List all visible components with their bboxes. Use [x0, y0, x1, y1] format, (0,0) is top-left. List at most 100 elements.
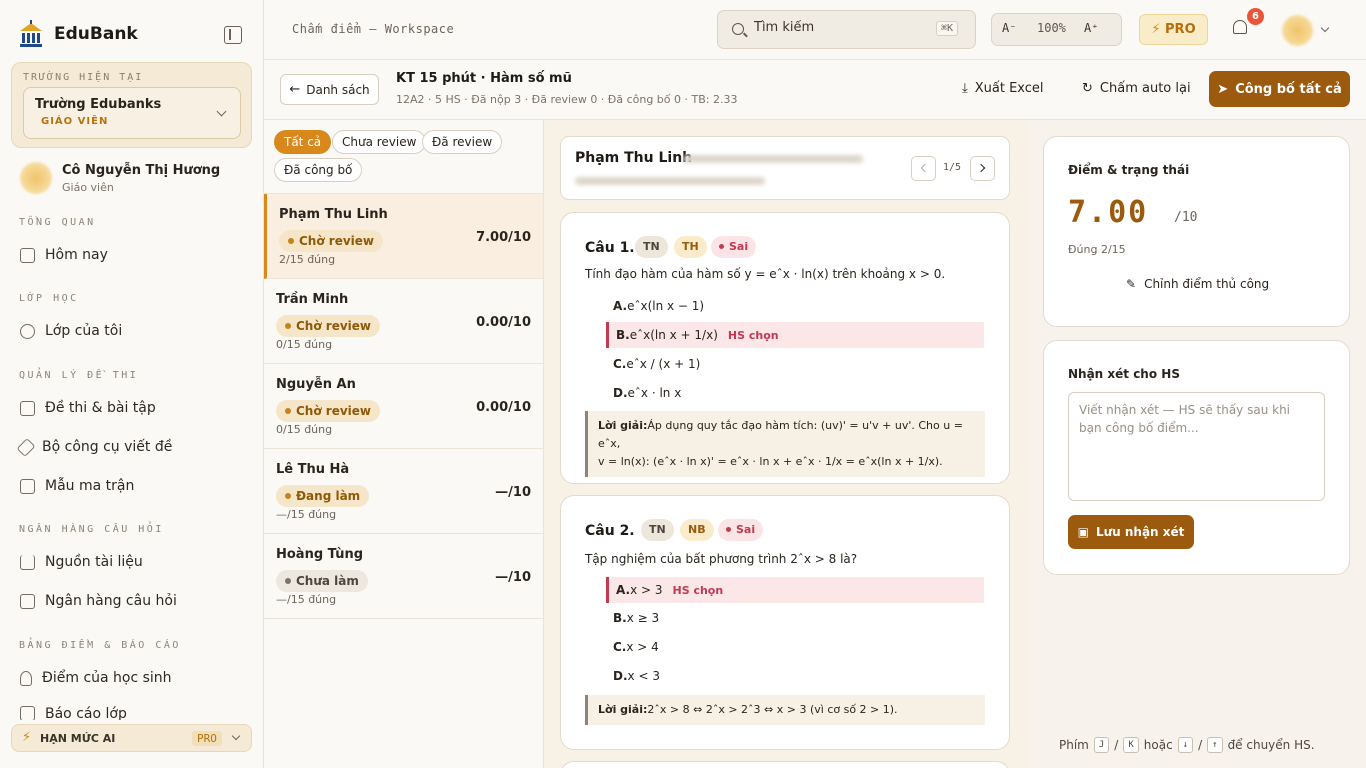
sidebar-item-question-bank[interactable]: Ngân hàng câu hỏi [20, 593, 177, 609]
manual-score-button[interactable]: ✎ Chỉnh điểm thủ công [1126, 277, 1269, 291]
school-switcher: TRƯỜNG HIỆN TẠI Trường Edubanks GIÁO VIÊ… [11, 62, 252, 148]
topbar: Chấm điểm — Workspace ⌘K A⁻ 100% A⁺ ⚡ PR… [264, 0, 1366, 60]
chevron-down-icon[interactable] [1320, 23, 1330, 33]
avatar[interactable] [1282, 15, 1313, 46]
status-badge: Chờ review [279, 230, 383, 252]
student-score: 0.00/10 [476, 400, 531, 415]
solution-text: 2ˆx > 8 ⇔ 2ˆx > 2ˆ3 ⇔ x > 3 (vì cơ số 2 … [647, 703, 898, 716]
ai-quota[interactable]: ⚡ HẠN MỨC AI PRO [11, 724, 252, 752]
key-down: ↓ [1177, 737, 1194, 753]
sidebar-item-label: Hôm nay [45, 247, 108, 263]
prev-student-button[interactable] [911, 156, 936, 181]
sidebar-item-label: Mẫu ma trận [45, 478, 135, 494]
zoom-increase-button[interactable]: A⁺ [1084, 21, 1098, 35]
sidebar-collapse-icon[interactable] [224, 26, 242, 44]
filter-reviewed[interactable]: Đã review [422, 130, 503, 154]
search-box[interactable]: ⌘K [717, 10, 976, 49]
user-role: Giáo viên [62, 180, 114, 194]
save-comment-button[interactable]: ▣ Lưu nhận xét [1068, 515, 1194, 549]
filter-not-reviewed[interactable]: Chưa review [332, 130, 427, 154]
key-j: J [1093, 737, 1110, 753]
solution: Lời giải:Áp dụng quy tắc đạo hàm tích: (… [585, 411, 985, 477]
zoom-decrease-button[interactable]: A⁻ [1002, 21, 1016, 35]
bell-icon[interactable] [1233, 20, 1247, 34]
user-name: Cô Nguyễn Thị Hương [62, 162, 221, 178]
answer-option: A.eˆx(ln x − 1) [607, 293, 985, 319]
option-key: D. [613, 386, 628, 400]
student-correct-count: —/15 đúng [276, 508, 337, 521]
school-role: GIÁO VIÊN [41, 116, 109, 127]
student-name: Lê Thu Hà [276, 462, 350, 477]
option-text: eˆx(ln x − 1) [627, 299, 705, 313]
question-type-tag: TN [635, 236, 668, 258]
school-name: Trường Edubanks [35, 97, 162, 112]
student-row[interactable]: Lê Thu Hà Đang làm —/10 —/15 đúng [264, 449, 543, 534]
redacted-info [683, 155, 863, 163]
sidebar-item-student-scores[interactable]: Điểm của học sinh [20, 670, 172, 686]
status-badge: Chưa làm [276, 570, 368, 592]
avatar [20, 162, 52, 194]
answer-option-chosen: A.x > 3 HS chọn [606, 577, 984, 603]
student-correct-count: 0/15 đúng [276, 423, 333, 436]
quota-pro-badge: PRO [192, 731, 222, 746]
solution-label: Lời giải: [598, 419, 648, 432]
comment-card: Nhận xét cho HS ▣ Lưu nhận xét [1043, 340, 1350, 575]
workspace-title: Chấm điểm — Workspace [292, 22, 455, 36]
comment-input[interactable] [1068, 392, 1325, 501]
score-card-title: Điểm & trạng thái [1068, 163, 1190, 177]
sidebar-item-toolkit[interactable]: Bộ công cụ viết đề [16, 437, 172, 457]
sidebar-item-today[interactable]: Hôm nay [20, 247, 108, 263]
filter-published[interactable]: Đã công bố [274, 158, 363, 182]
sidebar-item-sources[interactable]: Nguồn tài liệu [20, 554, 143, 570]
student-name: Nguyễn An [276, 377, 356, 392]
sidebar-item-matrix-templates[interactable]: Mẫu ma trận [20, 478, 134, 494]
solution-text: Áp dụng quy tắc đạo hàm tích: (uv)' = u'… [598, 419, 963, 450]
student-name: Trần Minh [276, 292, 349, 307]
sidebar-item-label: Đề thi & bài tập [45, 400, 156, 416]
school-logo-icon [20, 20, 42, 47]
student-row[interactable]: Hoàng Tùng Chưa làm —/10 —/15 đúng [264, 534, 543, 619]
student-correct-count: 2/15 đúng [279, 253, 336, 266]
option-key: A. [613, 299, 628, 313]
export-excel-button[interactable]: ⤓ Xuất Excel [962, 81, 1044, 96]
chosen-label: HS chọn [672, 584, 724, 597]
nav-section-question-bank: NGÂN HÀNG CÂU HỎI [19, 524, 164, 535]
question-number: Câu 1. [585, 240, 635, 256]
school-select[interactable]: Trường Edubanks GIÁO VIÊN [23, 87, 241, 139]
answer-option: D.x < 3 [607, 663, 985, 689]
back-to-list-button[interactable]: ← Danh sách [280, 74, 379, 105]
student-row[interactable]: Trần Minh Chờ review 0.00/10 0/15 đúng [264, 279, 543, 364]
key-up: ↑ [1207, 737, 1223, 753]
regrade-button[interactable]: ↻ Chấm auto lại [1082, 81, 1191, 96]
sidebar-item-label: Ngân hàng câu hỏi [45, 593, 177, 609]
search-input[interactable] [754, 20, 924, 35]
bolt-icon: ⚡ [22, 730, 32, 745]
submission-header: Phạm Thu Linh 1/5 [560, 136, 1010, 200]
pro-badge[interactable]: ⚡ PRO [1139, 14, 1208, 45]
question-card [560, 761, 1010, 768]
filter-all[interactable]: Tất cả [274, 130, 332, 154]
users-icon [20, 323, 35, 339]
student-row[interactable]: Nguyễn An Chờ review 0.00/10 0/15 đúng [264, 364, 543, 449]
sidebar-item-class-report[interactable]: Báo cáo lớp [20, 706, 127, 720]
total-score: 7.00 [1068, 195, 1149, 230]
zoom-value: 100% [1037, 21, 1066, 35]
result-wrong-tag: Sai [711, 236, 757, 258]
sidebar: EduBank TRƯỜNG HIỆN TẠI Trường Edubanks … [0, 0, 264, 768]
hint-text: / [1114, 738, 1119, 752]
current-user[interactable]: Cô Nguyễn Thị Hương Giáo viên [20, 162, 220, 194]
keyboard-hint: Phím J / K hoặc ↓ / ↑ để chuyển HS. [1059, 737, 1315, 753]
next-student-button[interactable] [970, 156, 995, 181]
answer-option: B.x ≥ 3 [607, 605, 985, 631]
report-icon [20, 706, 35, 720]
option-key: C. [613, 357, 627, 371]
brand[interactable]: EduBank [18, 20, 138, 48]
publish-all-button[interactable]: ➤ Công bố tất cả [1209, 71, 1350, 107]
question-text: Tính đạo hàm của hàm số y = eˆx · ln(x) … [585, 267, 946, 281]
student-row[interactable]: Phạm Thu Linh Chờ review 7.00/10 2/15 đú… [264, 194, 543, 279]
nav-section-reports: BẢNG ĐIỂM & BÁO CÁO [19, 640, 181, 651]
grading-panel: Điểm & trạng thái 7.00 /10 Đúng 2/15 ✎ C… [1027, 120, 1366, 768]
sidebar-item-my-classes[interactable]: Lớp của tôi [20, 323, 122, 339]
sidebar-item-exams[interactable]: Đề thi & bài tập [20, 400, 156, 416]
pro-label: PRO [1165, 22, 1196, 37]
